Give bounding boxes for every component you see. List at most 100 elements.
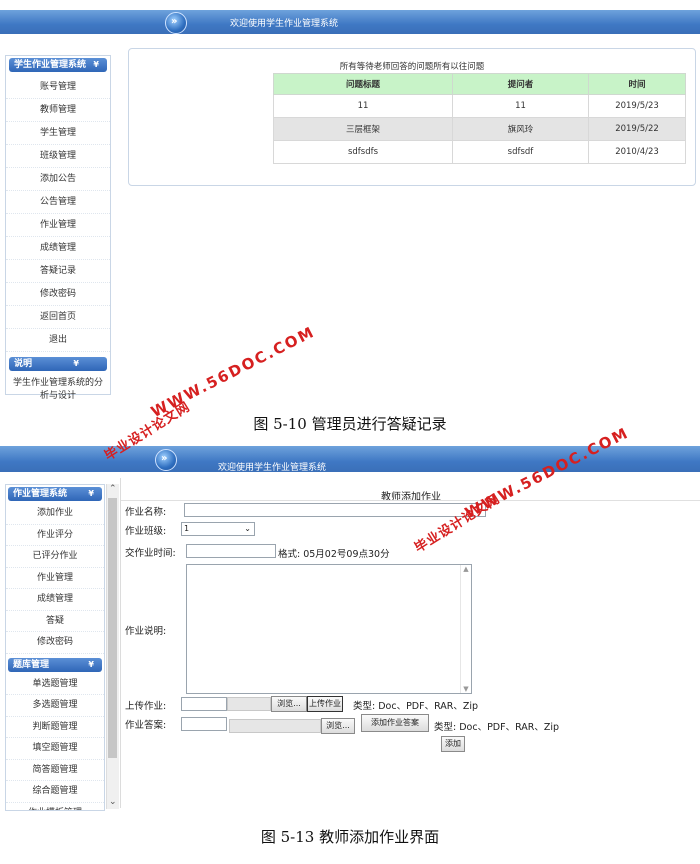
chevron-down-icon: ¥ <box>88 489 94 498</box>
sidebar-menu-item[interactable]: 班级管理 <box>6 145 110 168</box>
sidebar-menu-item[interactable]: 账号管理 <box>6 76 110 99</box>
upload-browse-button[interactable]: 浏览... <box>271 696 307 712</box>
upload-types-hint: 类型: Doc、PDF、RAR、Zip <box>353 701 479 712</box>
sidebar-menu-item[interactable]: 添加作业 <box>6 503 104 525</box>
sidebar-menu-item[interactable]: 已评分作业 <box>6 546 104 568</box>
textarea-scrollbar[interactable]: ▲ ▼ <box>460 565 471 693</box>
sidebar-scrollbar[interactable]: ⌃ ⌄ <box>106 484 119 809</box>
sidebar-menu-item[interactable]: 修改密码 <box>6 283 110 306</box>
sidebar-title-label: 作业管理系统 <box>13 489 68 499</box>
bank-menu-item[interactable]: 填空题管理 <box>6 738 104 760</box>
table-caption: 所有等待老师回答的问题所有以往问题 <box>339 62 485 72</box>
sidebar-menu-item[interactable]: 答疑记录 <box>6 260 110 283</box>
add-homework-panel: 教师添加作业 作业名称: 作业班级: 1 ⌄ 交作业时间: 格式: 05月02号… <box>120 478 700 808</box>
upload-path-field <box>227 697 271 711</box>
sidebar-menu-item[interactable]: 作业评分 <box>6 525 104 546</box>
bank-menu: 单选题管理多选题管理判断题管理填空题管理简答题管理综合题管理作业模板管理 <box>6 674 104 811</box>
sidebar-menu-item[interactable]: 成绩管理 <box>6 237 110 260</box>
scroll-thumb[interactable] <box>108 498 117 758</box>
table-cell: 旗风玲 <box>452 117 589 141</box>
figure-caption-2: 图 5-13 教师添加作业界面 <box>260 828 440 846</box>
name-label: 作业名称: <box>125 507 167 518</box>
bank-menu-item[interactable]: 多选题管理 <box>6 695 104 717</box>
table-cell: 2019/5/22 <box>588 117 686 141</box>
bank-menu-item[interactable]: 单选题管理 <box>6 674 104 695</box>
sidebar-menu-item[interactable]: 答疑 <box>6 611 104 632</box>
sidebar-menu-item[interactable]: 修改密码 <box>6 632 104 654</box>
time-format-hint: 格式: 05月02号09点30分 <box>278 549 390 560</box>
bank-menu-item[interactable]: 作业模板管理 <box>6 803 104 811</box>
sidebar-title-label: 学生作业管理系统 <box>14 60 87 70</box>
desc-label: 作业说明: <box>125 626 167 637</box>
sidebar-menu-item[interactable]: 添加公告 <box>6 168 110 191</box>
column-header: 问题标题 <box>273 73 453 95</box>
answer-label: 作业答案: <box>125 720 167 731</box>
chevron-down-icon: ⌄ <box>244 524 251 533</box>
table-cell: 2010/4/23 <box>588 140 686 164</box>
welcome-text: 欢迎使用学生作业管理系统 <box>218 463 327 473</box>
bank-title-label: 题库管理 <box>13 659 50 670</box>
class-select[interactable]: 1 ⌄ <box>181 522 255 536</box>
sidebar-title[interactable]: 学生作业管理系统 ¥ <box>9 58 107 72</box>
sidebar: 作业管理系统 ¥ 添加作业 作业评分 已评分作业 作业管理 成绩管理 答疑 修改密码 题库管… <box>5 484 105 811</box>
sidebar-menu-item[interactable]: 返回首页 <box>6 306 110 329</box>
column-header: 提问者 <box>452 73 589 95</box>
table-cell: 2019/5/23 <box>588 94 686 118</box>
logo-icon: » <box>155 449 177 471</box>
upload-filename-input[interactable] <box>181 697 227 711</box>
upload-homework-button[interactable]: 上传作业 <box>307 696 343 712</box>
time-label: 交作业时间: <box>125 548 176 559</box>
scroll-up-icon[interactable]: ⌃ <box>109 484 117 494</box>
bank-menu-item[interactable]: 综合题管理 <box>6 781 104 803</box>
table-row[interactable]: sdfsdfs sdfsdf 2010/4/23 <box>273 140 686 164</box>
table-cell: 三层框架 <box>273 117 453 141</box>
chevron-down-icon: ¥ <box>73 359 79 368</box>
divider <box>121 500 700 501</box>
class-label: 作业班级: <box>125 526 167 537</box>
table-cell: sdfsdfs <box>273 140 453 164</box>
question-panel: 所有等待老师回答的问题所有以往问题 问题标题 提问者 时间 11 11 2019… <box>128 48 696 186</box>
answer-types-hint: 类型: Doc、PDF、RAR、Zip <box>434 722 560 733</box>
bank-title[interactable]: 题库管理 ¥ <box>8 657 102 672</box>
chevron-down-icon: ¥ <box>88 659 94 669</box>
question-table: 问题标题 提问者 时间 11 11 2019/5/23 三层框架 旗风玲 201… <box>273 73 686 164</box>
table-cell: sdfsdf <box>452 140 589 164</box>
due-time-input[interactable] <box>186 544 276 558</box>
add-answer-button[interactable]: 添加作业答案 <box>361 714 429 732</box>
class-select-value: 1 <box>184 524 190 533</box>
sidebar-title[interactable]: 作业管理系统 ¥ <box>8 487 102 501</box>
top-header-bar: » 欢迎使用学生作业管理系统 <box>0 10 700 34</box>
sidebar-menu-item[interactable]: 成绩管理 <box>6 589 104 611</box>
sidebar-menu-item[interactable]: 退出 <box>6 329 110 352</box>
note-text: 学生作业管理系统的分析与设计 <box>12 378 103 401</box>
bank-menu-item[interactable]: 判断题管理 <box>6 717 104 738</box>
sidebar-menu-item[interactable]: 学生管理 <box>6 122 110 145</box>
bank-menu-item[interactable]: 简答题管理 <box>6 760 104 781</box>
table-cell: 11 <box>273 94 453 118</box>
answer-path-field <box>229 719 321 733</box>
sidebar-menu-item[interactable]: 公告管理 <box>6 191 110 214</box>
sidebar-menu-item[interactable]: 教师管理 <box>6 99 110 122</box>
sidebar-menu: 添加作业 作业评分 已评分作业 作业管理 成绩管理 答疑 修改密码 <box>6 503 104 654</box>
sidebar-menu-item[interactable]: 作业管理 <box>6 568 104 589</box>
sidebar-menu-item[interactable]: 作业管理 <box>6 214 110 237</box>
figure-caption-1: 图 5-10 管理员进行答疑记录 <box>253 415 447 433</box>
scroll-down-icon[interactable]: ⌄ <box>109 797 117 807</box>
sidebar: 学生作业管理系统 ¥ 账号管理 教师管理 学生管理 班级管理 添加公告 公告管理 作业管理成… <box>5 55 111 401</box>
welcome-text: 欢迎使用学生作业管理系统 <box>230 19 339 29</box>
table-row[interactable]: 三层框架 旗风玲 2019/5/22 <box>273 117 686 141</box>
sidebar-menu: 账号管理 教师管理 学生管理 班级管理 添加公告 公告管理 作业管理 成绩管理 答疑记录 修改密码… <box>6 76 110 352</box>
homework-name-input[interactable] <box>184 503 486 517</box>
chevron-down-icon: ¥ <box>93 60 99 69</box>
column-header: 时间 <box>588 73 686 95</box>
upload-label: 上传作业: <box>125 701 167 712</box>
answer-browse-button[interactable]: 浏览... <box>321 718 355 734</box>
submit-button[interactable]: 添加 <box>441 736 465 752</box>
answer-filename-input[interactable] <box>181 717 227 731</box>
note-title[interactable]: 说明 ¥ <box>9 357 107 371</box>
logo-icon: » <box>165 12 187 34</box>
table-row[interactable]: 11 11 2019/5/23 <box>273 94 686 118</box>
scroll-up-icon[interactable]: ▲ <box>461 565 471 573</box>
description-textarea[interactable]: ▲ ▼ <box>186 564 472 694</box>
scroll-down-icon[interactable]: ▼ <box>461 685 471 693</box>
